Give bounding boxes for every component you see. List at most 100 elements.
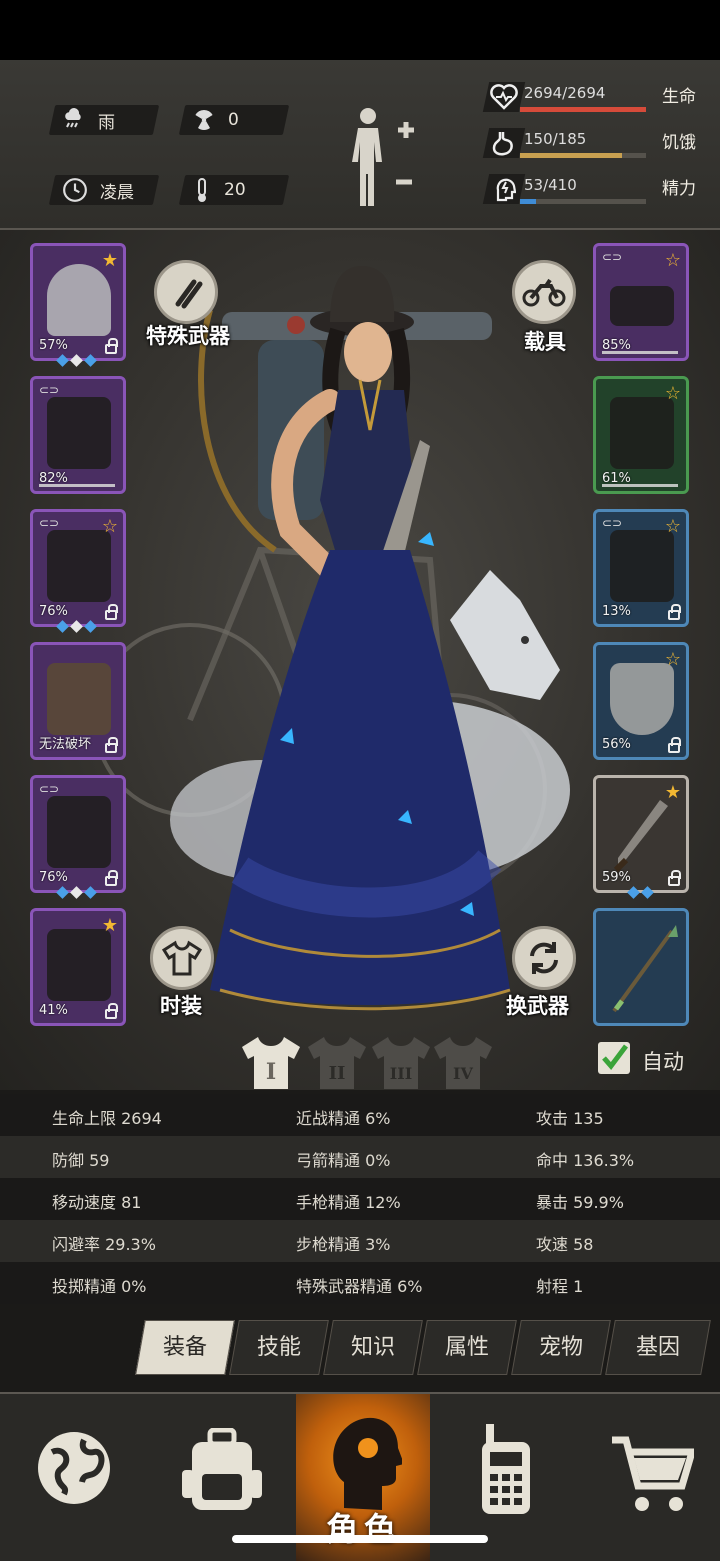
tab-equipment[interactable]: 装备 <box>135 1320 235 1375</box>
link-icon: ⊂⊃ <box>39 516 60 530</box>
switch-weapon-label[interactable]: 换武器 <box>506 990 569 1020</box>
durability-bar <box>602 351 678 354</box>
stat-move-speed: 移动速度 81 <box>52 1193 142 1212</box>
star-icon: ★ <box>101 250 118 271</box>
lock-icon <box>105 338 118 354</box>
special-weapon-label[interactable]: 特殊武器 <box>146 320 230 350</box>
durability-text: 59% <box>602 870 631 885</box>
health-bar <box>520 107 646 112</box>
vehicle-button[interactable] <box>512 260 576 324</box>
stat-bow-mastery: 弓箭精通 0% <box>296 1151 391 1170</box>
link-icon: ⊂⊃ <box>602 250 623 264</box>
tab-skills-label: 技能 <box>256 1335 301 1360</box>
fashion-label[interactable]: 时装 <box>160 990 202 1020</box>
tab-pets-label: 宠物 <box>538 1335 583 1360</box>
star-icon: ☆ <box>664 516 681 537</box>
equip-slot-shield[interactable]: ☆ 56% <box>593 642 689 760</box>
energy-bar <box>520 199 646 204</box>
stat-special-weapon-mastery: 特殊武器精通 6% <box>296 1277 423 1296</box>
stat-row: 生命上限 2694 近战精通 6% 攻击 135 <box>0 1094 720 1136</box>
home-indicator[interactable] <box>232 1535 488 1543</box>
pants-icon <box>47 796 111 868</box>
lock-icon <box>668 604 681 620</box>
star-icon: ☆ <box>664 649 681 670</box>
bullets-icon <box>175 279 203 309</box>
durability-text: 41% <box>39 1003 68 1018</box>
outfit-preset-3[interactable]: III <box>370 1035 432 1090</box>
stat-row: 移动速度 81 手枪精通 12% 暴击 59.9% <box>0 1178 720 1220</box>
health-bar-fill <box>520 107 646 112</box>
equip-slot-backpack[interactable]: 无法破坏 <box>30 642 126 760</box>
equip-slot-shirt[interactable]: ⊂⊃ 82% <box>30 376 126 494</box>
stats-panel: 生命上限 2694 近战精通 6% 攻击 135 防御 59 弓箭精通 0% 命… <box>0 1090 720 1304</box>
helmet-icon <box>47 264 111 336</box>
durability-text: 57% <box>39 338 68 353</box>
hunger-label: 饥饿 <box>662 133 696 153</box>
switch-weapon-button[interactable] <box>512 926 576 990</box>
energy-value: 53/410 <box>524 176 577 194</box>
jacket-icon <box>47 530 111 602</box>
stat-throw-mastery: 投掷精通 0% <box>52 1277 147 1296</box>
outfit-preset-2[interactable]: II <box>306 1035 368 1090</box>
equip-slot-vest[interactable]: ⊂⊃ ☆ 13% <box>593 509 689 627</box>
durability-text: 76% <box>39 870 68 885</box>
stat-range: 射程 1 <box>536 1277 584 1296</box>
star-icon: ★ <box>101 915 118 936</box>
hunger-bar-fill <box>520 153 623 158</box>
gem-sockets <box>56 354 97 367</box>
body-status-button[interactable] <box>346 104 418 212</box>
star-icon: ★ <box>664 782 681 803</box>
shopping-cart-icon <box>612 1436 694 1511</box>
equip-slot-boots[interactable]: ★ 41% <box>30 908 126 1026</box>
nav-character-label: 角色 <box>326 1510 403 1548</box>
svg-text:II: II <box>329 1063 346 1084</box>
vehicle-label[interactable]: 载具 <box>524 326 566 356</box>
time-box: 凌晨 <box>48 175 160 205</box>
outfit-preset-4[interactable]: IV <box>432 1035 494 1090</box>
character-stage: ★ 57% ⊂⊃ 82% ⊂⊃ ☆ 76% 无法破坏 ⊂⊃ 76% ★ 41% <box>0 230 720 1090</box>
machete-icon <box>613 800 668 873</box>
durability-text: 56% <box>602 737 631 752</box>
equip-slot-mask[interactable]: ☆ 61% <box>593 376 689 494</box>
durability-bar <box>602 484 678 487</box>
tab-attributes[interactable]: 属性 <box>417 1320 517 1375</box>
link-icon: ⊂⊃ <box>39 782 60 796</box>
stat-rifle-mastery: 步枪精通 3% <box>296 1235 391 1254</box>
stat-row: 投掷精通 0% 特殊武器精通 6% 射程 1 <box>0 1262 720 1304</box>
auto-label[interactable]: 自动 <box>642 1046 684 1076</box>
equip-slot-melee-weapon[interactable]: ★ 59% <box>593 775 689 893</box>
equip-slot-pants[interactable]: ⊂⊃ 76% <box>30 775 126 893</box>
lock-icon <box>105 1003 118 1019</box>
equip-slot-jacket[interactable]: ⊂⊃ ☆ 76% <box>30 509 126 627</box>
nav-shop[interactable] <box>578 1394 720 1561</box>
stat-dodge: 闪避率 29.3% <box>52 1235 156 1254</box>
star-icon: ☆ <box>664 383 681 404</box>
lock-icon <box>105 737 118 753</box>
outfit-preset-1[interactable]: I <box>240 1035 302 1090</box>
fashion-button[interactable] <box>150 926 214 990</box>
stat-attack-speed: 攻速 58 <box>536 1235 594 1254</box>
nav-world[interactable] <box>0 1394 148 1561</box>
tab-genes[interactable]: 基因 <box>605 1320 711 1375</box>
gem-sockets <box>627 886 654 899</box>
tab-skills[interactable]: 技能 <box>229 1320 329 1375</box>
clock-icon <box>63 178 87 202</box>
equip-slot-goggles[interactable]: ⊂⊃ ☆ 85% <box>593 243 689 361</box>
equip-slot-secondary-weapon[interactable] <box>593 908 689 1026</box>
tab-knowledge[interactable]: 知识 <box>323 1320 423 1375</box>
link-icon: ⊂⊃ <box>39 383 60 397</box>
status-header: 雨 0 凌晨 20 2694/2694 生命 150/185 饥饿 53/410… <box>0 60 720 230</box>
equip-slot-helmet[interactable]: ★ 57% <box>30 243 126 361</box>
goggles-icon <box>610 286 674 326</box>
durability-text: 76% <box>39 604 68 619</box>
auto-checkbox[interactable] <box>598 1042 630 1074</box>
svg-text:III: III <box>390 1064 412 1083</box>
status-bar <box>0 0 720 60</box>
stat-pistol-mastery: 手枪精通 12% <box>296 1193 401 1212</box>
radiation-box: 0 <box>178 105 290 135</box>
spear-icon <box>612 925 678 1013</box>
special-weapon-button[interactable] <box>154 260 218 324</box>
human-body-icon <box>352 108 414 206</box>
durability-text: 无法破坏 <box>39 737 92 752</box>
tab-pets[interactable]: 宠物 <box>511 1320 611 1375</box>
